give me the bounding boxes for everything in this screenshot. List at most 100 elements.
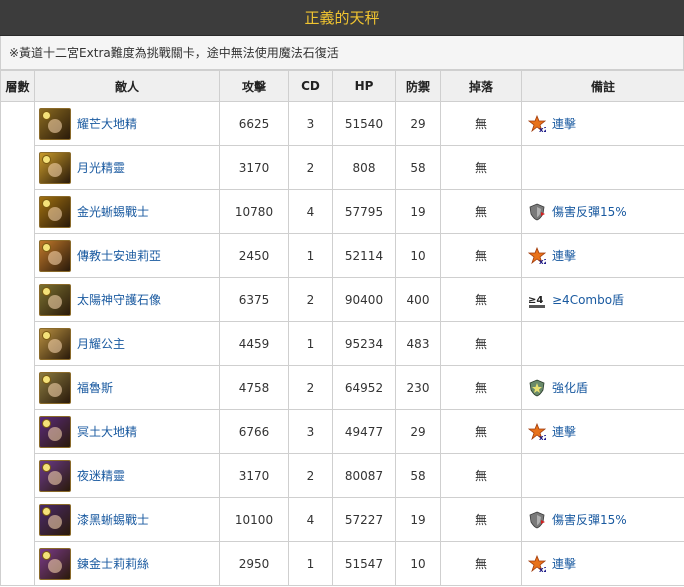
challenge-note: ※黃道十二宮Extra難度為挑戰關卡，途中無法使用魔法石復活 xyxy=(0,36,684,70)
cd-cell: 4 xyxy=(288,189,333,234)
cd-cell: 1 xyxy=(288,541,333,586)
drop-cell: 無 xyxy=(440,541,522,586)
enemy-name-link[interactable]: 月光精靈 xyxy=(77,159,125,176)
enemy-name-link[interactable]: 鍊金士莉莉絲 xyxy=(77,555,149,572)
cd-cell: 1 xyxy=(288,233,333,278)
enemy-name-link[interactable]: 月耀公主 xyxy=(77,335,125,352)
table-row: 耀芒大地精 6625 3 51540 29 無 x2 連擊 xyxy=(0,101,684,586)
enemy-table: 層數 敵人 攻擊 CD HP 防禦 掉落 備註 耀芒大地精 6625 3 515… xyxy=(0,70,684,586)
enemy-name-link[interactable]: 漆黑蜥蜴戰士 xyxy=(77,511,149,528)
hp-cell: 57227 xyxy=(332,497,396,542)
remark-cell: x2 連擊 xyxy=(521,101,684,146)
header-defense: 防禦 xyxy=(395,70,441,102)
svg-text:x2: x2 xyxy=(539,566,546,573)
remark-cell: ≥4 ≥4Combo盾 xyxy=(521,277,684,322)
enemy-portrait[interactable] xyxy=(39,415,71,448)
enemy-portrait[interactable] xyxy=(39,195,71,228)
floor-cell xyxy=(0,101,35,586)
enemy-portrait[interactable] xyxy=(39,459,71,492)
drop-cell: 無 xyxy=(440,453,522,498)
cd-cell: 2 xyxy=(288,365,333,410)
drop-cell: 無 xyxy=(440,497,522,542)
table-header-row: 層數 敵人 攻擊 CD HP 防禦 掉落 備註 xyxy=(0,70,684,102)
attack-cell: 4459 xyxy=(219,321,289,366)
remark-cell: 傷害反彈15% xyxy=(521,189,684,234)
page-title: 正義的天秤 xyxy=(0,0,684,36)
enemy-portrait[interactable] xyxy=(39,371,71,404)
header-remark: 備註 xyxy=(521,70,684,102)
defense-cell: 58 xyxy=(395,145,441,190)
cd-cell: 1 xyxy=(288,321,333,366)
table-row: 冥土大地精 6766 3 49477 29 無 x2 連擊 xyxy=(1,409,684,454)
table-row: 月光精靈 3170 2 808 58 無 xyxy=(1,145,684,190)
enemy-portrait[interactable] xyxy=(39,547,71,580)
page: 正義的天秤 ※黃道十二宮Extra難度為挑戰關卡，途中無法使用魔法石復活 層數 … xyxy=(0,0,684,587)
table-row: 福魯斯 4758 2 64952 230 無 強化盾 xyxy=(1,365,684,410)
header-enemy: 敵人 xyxy=(34,70,220,102)
enemy-cell: 鍊金士莉莉絲 xyxy=(34,541,220,586)
svg-text:x2: x2 xyxy=(539,258,546,265)
hp-cell: 49477 xyxy=(332,409,396,454)
drop-cell: 無 xyxy=(440,321,522,366)
remark-link[interactable]: 強化盾 xyxy=(552,379,588,396)
remark-cell xyxy=(521,145,684,190)
enemy-portrait[interactable] xyxy=(39,239,71,272)
remark-link[interactable]: 連擊 xyxy=(552,555,576,572)
enemy-portrait[interactable] xyxy=(39,107,71,140)
drop-cell: 無 xyxy=(440,145,522,190)
remark-link[interactable]: 連擊 xyxy=(552,423,576,440)
remark-link[interactable]: 傷害反彈15% xyxy=(552,203,627,220)
defense-cell: 58 xyxy=(395,453,441,498)
enemy-cell: 夜迷精靈 xyxy=(34,453,220,498)
attack-cell: 10100 xyxy=(219,497,289,542)
combo-x2-icon: x2 xyxy=(527,114,549,134)
enemy-name-link[interactable]: 金光蜥蜴戰士 xyxy=(77,203,149,220)
hp-cell: 52114 xyxy=(332,233,396,278)
table-row: 太陽神守護石像 6375 2 90400 400 無 ≥4 ≥4Combo盾 xyxy=(1,277,684,322)
defense-cell: 400 xyxy=(395,277,441,322)
cd-cell: 2 xyxy=(288,145,333,190)
enemy-name-link[interactable]: 冥土大地精 xyxy=(77,423,137,440)
attack-cell: 2950 xyxy=(219,541,289,586)
hp-cell: 80087 xyxy=(332,453,396,498)
hp-cell: 51540 xyxy=(332,101,396,146)
enemy-portrait[interactable] xyxy=(39,283,71,316)
enemy-cell: 傳教士安迪莉亞 xyxy=(34,233,220,278)
enemy-name-link[interactable]: 耀芒大地精 xyxy=(77,115,137,132)
enemy-cell: 月光精靈 xyxy=(34,145,220,190)
remark-link[interactable]: 連擊 xyxy=(552,115,576,132)
table-row: 鍊金士莉莉絲 2950 1 51547 10 無 x2 連擊 xyxy=(1,541,684,586)
attack-cell: 6625 xyxy=(219,101,289,146)
enemy-portrait[interactable] xyxy=(39,151,71,184)
cd-cell: 3 xyxy=(288,101,333,146)
table-row: 傳教士安迪莉亞 2450 1 52114 10 無 x2 連擊 xyxy=(1,233,684,278)
remark-cell: x2 連擊 xyxy=(521,233,684,278)
drop-cell: 無 xyxy=(440,277,522,322)
remark-link[interactable]: 連擊 xyxy=(552,247,576,264)
remark-cell xyxy=(521,321,684,366)
attack-cell: 3170 xyxy=(219,145,289,190)
drop-cell: 無 xyxy=(440,189,522,234)
damage-reflect-shield-icon xyxy=(528,511,546,529)
attack-cell: 2450 xyxy=(219,233,289,278)
defense-cell: 19 xyxy=(395,497,441,542)
enemy-name-link[interactable]: 福魯斯 xyxy=(77,379,113,396)
defense-cell: 29 xyxy=(395,101,441,146)
combo-x2-icon: x2 xyxy=(527,554,549,574)
enemy-name-link[interactable]: 太陽神守護石像 xyxy=(77,291,161,308)
enemy-cell: 金光蜥蜴戰士 xyxy=(34,189,220,234)
drop-cell: 無 xyxy=(440,409,522,454)
enemy-cell: 月耀公主 xyxy=(34,321,220,366)
remark-cell: 強化盾 xyxy=(521,365,684,410)
enemy-name-link[interactable]: 夜迷精靈 xyxy=(77,467,125,484)
enemy-cell: 漆黑蜥蜴戰士 xyxy=(34,497,220,542)
enemy-portrait[interactable] xyxy=(39,503,71,536)
enemy-name-link[interactable]: 傳教士安迪莉亞 xyxy=(77,247,161,264)
hp-cell: 808 xyxy=(332,145,396,190)
remark-link[interactable]: 傷害反彈15% xyxy=(552,511,627,528)
combo-shield-4-icon: ≥4 xyxy=(528,291,546,309)
cd-cell: 3 xyxy=(288,409,333,454)
enemy-portrait[interactable] xyxy=(39,327,71,360)
remark-link[interactable]: ≥4Combo盾 xyxy=(552,291,624,308)
header-cd: CD xyxy=(288,70,333,102)
